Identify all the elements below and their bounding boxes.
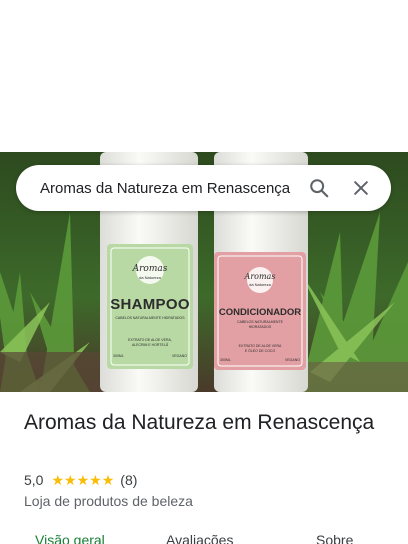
- star-icon: ★: [64, 472, 77, 488]
- search-icon: [310, 179, 329, 198]
- shampoo-brand: Aromas: [132, 264, 168, 274]
- rating-value: 5,0: [24, 472, 44, 488]
- conditioner-volume: 300ML: [220, 358, 231, 362]
- close-icon: [354, 181, 368, 195]
- search-bar[interactable]: Aromas da Natureza em Renascença: [16, 165, 391, 211]
- rating-row[interactable]: 5,0 ★ ★ ★ ★ ★ (8): [24, 472, 137, 488]
- shampoo-volume: 300ML: [113, 354, 124, 358]
- shampoo-product: SHAMPOO: [110, 296, 190, 313]
- conditioner-brand: Aromas: [244, 272, 276, 281]
- search-input[interactable]: Aromas da Natureza em Renascença: [40, 180, 295, 197]
- clear-search-button[interactable]: [343, 170, 379, 206]
- review-count[interactable]: (8): [120, 472, 137, 488]
- search-button[interactable]: [301, 170, 337, 206]
- rating-stars: ★ ★ ★ ★ ★: [51, 473, 114, 487]
- tab-about[interactable]: Sobre: [316, 532, 353, 544]
- conditioner-label: Aromas da Natureza CONDICIONADOR CABELOS…: [214, 252, 306, 370]
- conditioner-brand-sub: da Natureza: [249, 282, 271, 287]
- shampoo-brand-sub: da Natureza: [139, 275, 161, 280]
- star-icon: ★: [89, 472, 102, 488]
- star-icon: ★: [51, 472, 65, 488]
- shampoo-tagline: CABELOS NATURALMENTE HIDRATADOS: [115, 316, 185, 320]
- conditioner-ingredients-2: E ÓLEO DE COCO: [244, 349, 276, 353]
- place-category: Loja de produtos de beleza: [24, 493, 193, 509]
- conditioner-vegan: VEGANO: [285, 358, 300, 362]
- shampoo-label: Aromas da Natureza SHAMPOO CABELOS NATUR…: [107, 244, 193, 369]
- tab-overview[interactable]: Visão geral: [35, 532, 105, 544]
- place-tabs: Visão geral Avaliações Sobre: [0, 530, 408, 544]
- conditioner-tagline-1: CABELOS NATURALMENTE: [237, 320, 283, 324]
- tab-reviews[interactable]: Avaliações: [166, 532, 233, 544]
- shampoo-ingredients-1: EXTRATO DE ALOE VERA,: [128, 338, 172, 342]
- conditioner-tagline-2: HIDRATADOS: [248, 325, 272, 329]
- conditioner-product: CONDICIONADOR: [218, 307, 302, 318]
- star-icon: ★: [76, 472, 90, 488]
- conditioner-ingredients-1: EXTRATO DE ALOE VERA: [238, 344, 282, 348]
- place-title: Aromas da Natureza em Renascença: [24, 411, 375, 434]
- shampoo-ingredients-2: ALECRIM E HORTELÃ: [131, 343, 169, 347]
- shampoo-vegan: VEGANO: [172, 354, 187, 358]
- star-icon: ★: [101, 472, 115, 488]
